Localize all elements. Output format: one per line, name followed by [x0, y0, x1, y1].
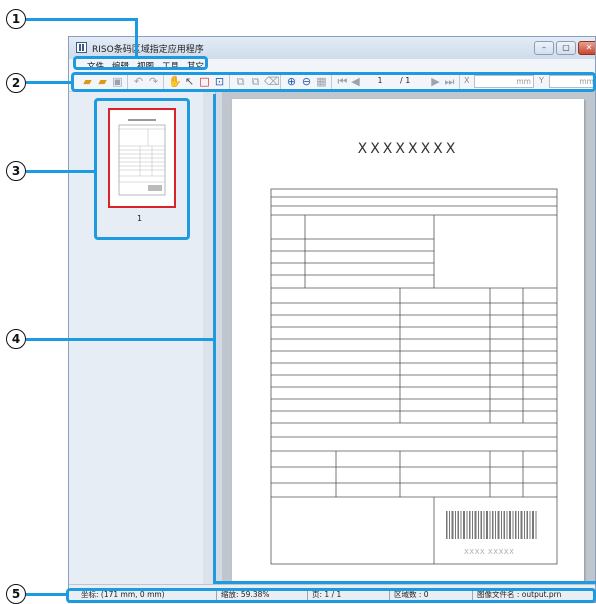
app-icon	[76, 42, 87, 53]
window-title: RISO条码区域指定应用程序	[92, 45, 204, 55]
callout-5: 5	[6, 584, 26, 604]
document-viewer[interactable]: XXXXXXXX XXXX XXXXX	[222, 92, 595, 584]
callout-4-leader	[213, 94, 216, 582]
callout-3: 3	[6, 161, 26, 181]
callout-5-box	[66, 588, 596, 603]
callout-4-leader	[213, 581, 596, 584]
callout-4-leader	[26, 338, 216, 341]
callout-2-box	[71, 72, 596, 92]
minimize-button[interactable]: –	[534, 41, 554, 55]
callout-4: 4	[6, 329, 26, 349]
callout-1-leader	[135, 18, 138, 58]
callout-2: 2	[6, 73, 26, 93]
callout-2-leader	[26, 81, 73, 84]
callout-3-leader	[26, 170, 96, 173]
close-button[interactable]: ✕	[578, 41, 595, 55]
barcode-text: XXXX XXXXX	[464, 548, 515, 556]
callout-3-box	[94, 98, 190, 240]
callout-1-leader	[26, 18, 138, 21]
barcode-image	[446, 511, 537, 539]
callout-5-leader	[26, 593, 68, 596]
document-page: XXXXXXXX XXXX XXXXX	[232, 99, 584, 584]
callout-1-box	[73, 56, 208, 70]
callout-1: 1	[6, 9, 26, 29]
maximize-button[interactable]: ▢	[556, 41, 576, 55]
